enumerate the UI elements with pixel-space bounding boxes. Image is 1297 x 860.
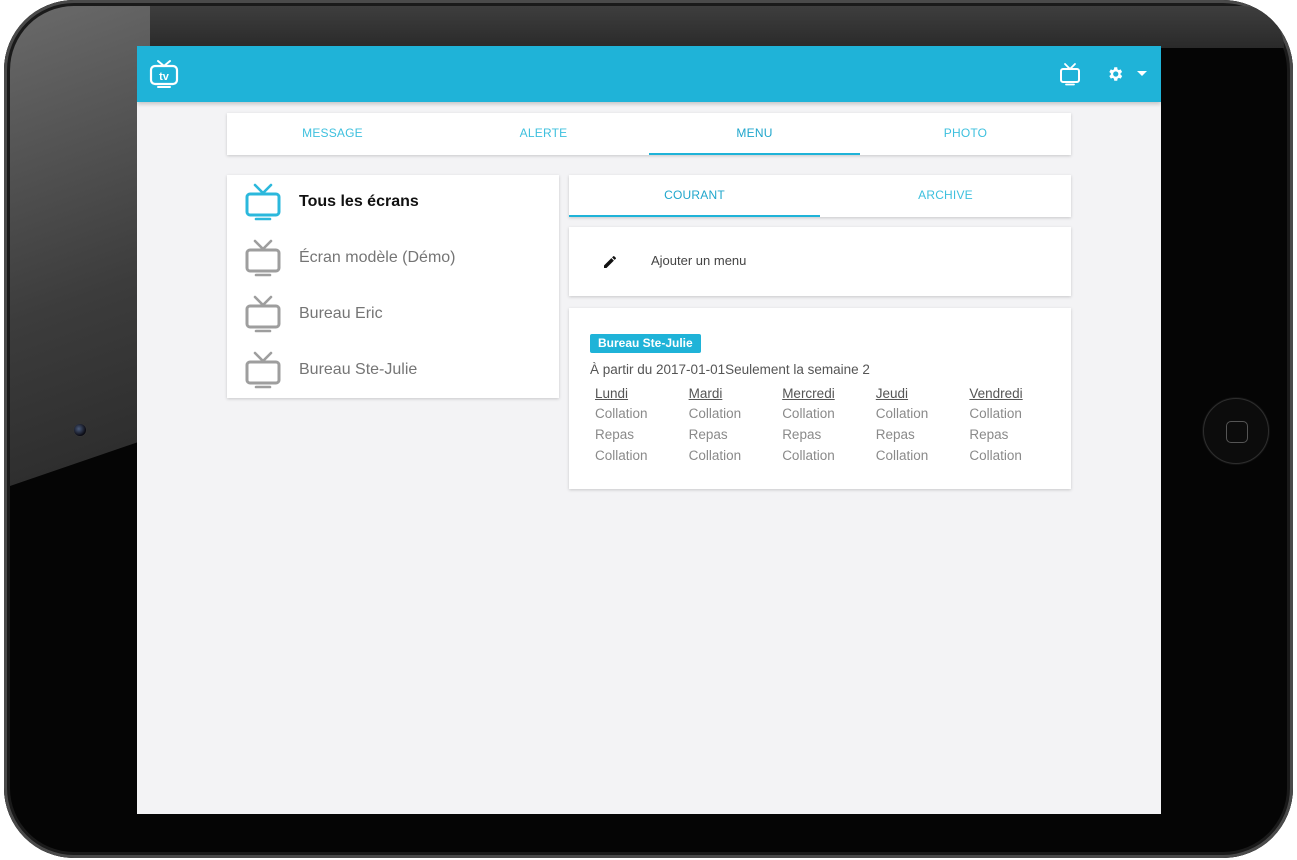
tv-icon[interactable]: [1059, 62, 1081, 86]
meal-item: Collation: [688, 448, 742, 463]
screen-item-all[interactable]: Tous les écrans: [227, 175, 559, 231]
meal-item: Repas: [595, 427, 635, 442]
tv-icon: [245, 239, 281, 277]
add-menu-label: Ajouter un menu: [651, 253, 747, 268]
screen-item-bureau-ste-julie[interactable]: Bureau Ste-Julie: [227, 343, 559, 399]
day-column: Mardi Collation Repas Collation: [689, 385, 783, 466]
day-name: Jeudi: [875, 386, 909, 401]
top-tabs: MESSAGE ALERTE MENU PHOTO: [227, 113, 1071, 155]
tv-icon: [245, 183, 281, 221]
meal-item: Collation: [595, 406, 648, 421]
day-name: Lundi: [595, 386, 629, 401]
meal-item: Collation: [969, 406, 1022, 421]
pencil-icon: [604, 255, 616, 268]
meal-item: Collation: [875, 448, 929, 463]
meal-item: Repas: [688, 427, 728, 442]
tablet-bezel-highlight: [124, 6, 1284, 48]
week-schedule: Lundi Collation Repas Collation Mardi Co…: [595, 385, 1063, 466]
meal-item: Collation: [782, 448, 835, 463]
tab-archive[interactable]: ARCHIVE: [820, 175, 1071, 217]
chevron-down-icon[interactable]: [1137, 71, 1147, 77]
meal-item: Collation: [969, 448, 1022, 463]
meal-item: Collation: [875, 406, 929, 421]
screen-item-bureau-eric[interactable]: Bureau Eric: [227, 287, 559, 343]
screen-item-label: Écran modèle (Démo): [299, 249, 456, 266]
app-bar: tv: [137, 46, 1161, 102]
tab-menu[interactable]: MENU: [649, 113, 860, 155]
meal-item: Repas: [969, 427, 1009, 442]
menu-date-range: À partir du 2017-01-01Seulement la semai…: [590, 362, 870, 377]
screen-item-label: Bureau Ste-Julie: [299, 361, 418, 378]
day-name: Mercredi: [782, 386, 835, 401]
tab-photo[interactable]: PHOTO: [860, 113, 1071, 155]
screen-item-label: Bureau Eric: [299, 305, 383, 322]
day-column: Lundi Collation Repas Collation: [595, 385, 689, 466]
tab-message[interactable]: MESSAGE: [227, 113, 438, 155]
meal-item: Repas: [875, 427, 915, 442]
home-square-icon: [1226, 421, 1248, 443]
menu-subtabs: COURANT ARCHIVE: [569, 175, 1071, 217]
home-button[interactable]: [1203, 398, 1269, 464]
gear-icon[interactable]: [1106, 65, 1124, 83]
day-name: Vendredi: [969, 386, 1023, 401]
meal-item: Collation: [595, 448, 648, 463]
meal-item: Collation: [688, 406, 742, 421]
tab-alerte[interactable]: ALERTE: [438, 113, 649, 155]
screen-item-demo[interactable]: Écran modèle (Démo): [227, 231, 559, 287]
screens-list: Tous les écrans Écran modèle (Démo) Bure…: [227, 175, 559, 398]
day-column: Jeudi Collation Repas Collation: [876, 385, 970, 466]
camera-icon: [73, 423, 87, 437]
tablet-bezel-reflection: [10, 6, 150, 486]
day-column: Vendredi Collation Repas Collation: [969, 385, 1063, 466]
menu-entry-card[interactable]: Bureau Ste-Julie À partir du 2017-01-01S…: [569, 308, 1071, 489]
add-menu-button[interactable]: Ajouter un menu: [569, 227, 1071, 296]
svg-text:tv: tv: [159, 71, 170, 83]
screen-badge: Bureau Ste-Julie: [590, 334, 701, 353]
screen-item-label: Tous les écrans: [299, 193, 419, 210]
day-name: Mardi: [688, 386, 723, 401]
tab-courant[interactable]: COURANT: [569, 175, 820, 217]
app-screen: tv MESSAGE ALERTE MENU PHOTO Tous les éc…: [137, 46, 1161, 814]
tv-logo-icon[interactable]: tv: [149, 59, 179, 89]
day-column: Mercredi Collation Repas Collation: [782, 385, 876, 466]
tv-icon: [245, 295, 281, 333]
meal-item: Collation: [782, 406, 835, 421]
tv-icon: [245, 351, 281, 389]
meal-item: Repas: [782, 427, 822, 442]
